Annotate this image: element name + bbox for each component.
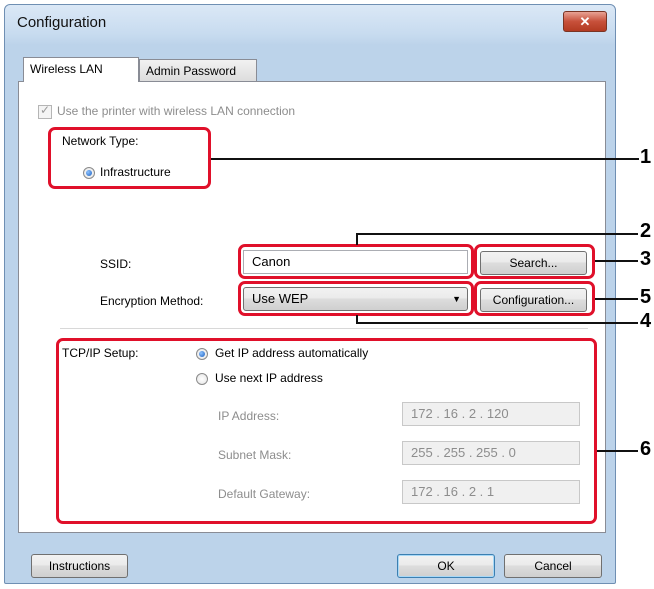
highlight-network-type [48, 127, 211, 189]
callout-number-1: 1 [640, 146, 652, 168]
use-wireless-checkbox: ✓ [38, 103, 52, 119]
tab-admin-password-label: Admin Password [146, 64, 237, 78]
use-wireless-label: Use the printer with wireless LAN connec… [57, 104, 296, 118]
window-title: Configuration [17, 14, 107, 31]
highlight-tcpip [56, 338, 597, 524]
tab-wireless-lan[interactable]: Wireless LAN [23, 57, 139, 82]
callout-line-4 [356, 322, 638, 324]
ssid-label: SSID: [100, 257, 132, 271]
highlight-ssid [238, 244, 474, 279]
close-button[interactable]: ✕ [563, 11, 607, 32]
tab-admin-password[interactable]: Admin Password [139, 59, 257, 82]
callout-number-6: 6 [640, 438, 652, 460]
callout-line-4-stem [356, 315, 358, 323]
separator [60, 328, 588, 329]
encryption-method-label: Encryption Method: [100, 294, 204, 308]
callout-line-2 [356, 233, 638, 235]
callout-line-1 [211, 158, 639, 160]
callout-number-3: 3 [640, 248, 652, 270]
title-bar: Configuration ✕ [5, 5, 615, 39]
callout-line-6 [597, 450, 638, 452]
highlight-search [474, 244, 595, 279]
highlight-encryption [238, 281, 474, 316]
cancel-button[interactable]: Cancel [504, 554, 602, 578]
checkmark-icon: ✓ [40, 103, 51, 117]
callout-number-4: 4 [640, 310, 652, 332]
instructions-button[interactable]: Instructions [31, 554, 128, 578]
close-icon: ✕ [579, 14, 591, 29]
callout-line-2-stem [356, 233, 358, 245]
callout-number-5: 5 [640, 286, 652, 308]
callout-number-2: 2 [640, 220, 652, 242]
callout-line-5 [595, 298, 638, 300]
tab-wireless-lan-label: Wireless LAN [30, 62, 103, 76]
callout-line-3 [595, 260, 638, 262]
highlight-configuration [474, 281, 595, 316]
ok-button[interactable]: OK [397, 554, 495, 578]
